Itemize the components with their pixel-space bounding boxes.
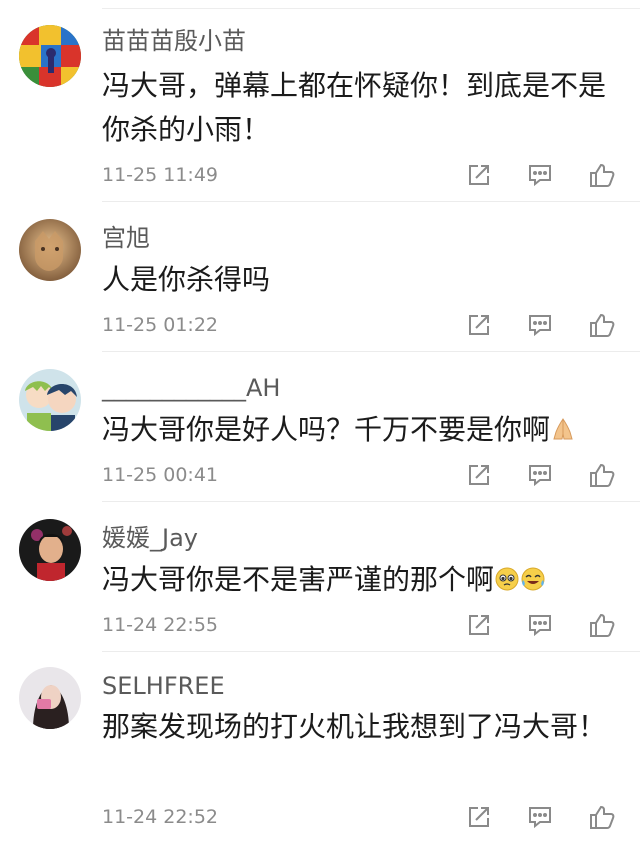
comment-text-content: 冯大哥你是不是害严谨的那个啊 xyxy=(102,563,495,596)
comment-text: 冯大哥你是不是害严谨的那个啊 xyxy=(102,558,622,602)
thumbs-up-icon[interactable] xyxy=(587,160,617,190)
username[interactable]: 宫旭 xyxy=(102,222,150,254)
comment-text: 那案发现场的打火机让我想到了冯大哥！ xyxy=(102,710,607,743)
timestamp: 11-25 11:49 xyxy=(102,164,219,186)
comment-item: 苗苗苗殷小苗 冯大哥，弹幕上都在怀疑你！到底是不是你杀的小雨！ 11-25 11… xyxy=(0,0,640,202)
timestamp: 11-25 00:41 xyxy=(102,464,219,486)
thumbs-up-icon[interactable] xyxy=(587,310,617,340)
avatar[interactable] xyxy=(19,219,81,281)
timestamp: 11-25 01:22 xyxy=(102,314,219,336)
thumbs-up-icon[interactable] xyxy=(587,802,617,832)
comment-text: 冯大哥你是好人吗？千万不要是你啊 xyxy=(102,408,622,452)
username[interactable]: ____________AH xyxy=(102,372,280,404)
thumbs-up-icon[interactable] xyxy=(587,460,617,490)
comment-text: 冯大哥，弹幕上都在怀疑你！到底是不是你杀的小雨！ xyxy=(102,69,607,146)
comment-text-content: 冯大哥你是好人吗？千万不要是你啊 xyxy=(102,413,551,446)
share-icon[interactable] xyxy=(464,160,494,190)
thumbs-up-icon[interactable] xyxy=(587,610,617,640)
comment-item: ____________AH 冯大哥你是好人吗？千万不要是你啊 11-25 00… xyxy=(0,352,640,502)
share-icon[interactable] xyxy=(464,460,494,490)
avatar[interactable] xyxy=(19,667,81,729)
comment-icon[interactable] xyxy=(525,160,555,190)
pleading-face-emoji-icon xyxy=(494,561,520,591)
share-icon[interactable] xyxy=(464,310,494,340)
share-icon[interactable] xyxy=(464,610,494,640)
username[interactable]: SELHFREE xyxy=(102,670,225,702)
username[interactable]: 苗苗苗殷小苗 xyxy=(102,25,246,57)
comment-item: 宫旭 人是你杀得吗 11-25 01:22 xyxy=(0,202,640,352)
comment-text: 人是你杀得吗 xyxy=(102,263,271,296)
comment-icon[interactable] xyxy=(525,802,555,832)
comment-icon[interactable] xyxy=(525,310,555,340)
username[interactable]: 媛媛_Jay xyxy=(102,522,198,554)
comment-icon[interactable] xyxy=(525,610,555,640)
avatar[interactable] xyxy=(19,519,81,581)
timestamp: 11-24 22:52 xyxy=(102,806,219,828)
comment-item: 媛媛_Jay 冯大哥你是不是害严谨的那个啊 11-24 22:55 xyxy=(0,502,640,652)
crying-laughing-emoji-icon xyxy=(520,561,546,591)
avatar[interactable] xyxy=(19,25,81,87)
share-icon[interactable] xyxy=(464,802,494,832)
comment-item: SELHFREE 那案发现场的打火机让我想到了冯大哥！ 11-24 22:52 xyxy=(0,652,640,844)
timestamp: 11-24 22:55 xyxy=(102,614,219,636)
avatar[interactable] xyxy=(19,369,81,431)
pray-emoji-icon xyxy=(550,411,576,440)
comment-icon[interactable] xyxy=(525,460,555,490)
